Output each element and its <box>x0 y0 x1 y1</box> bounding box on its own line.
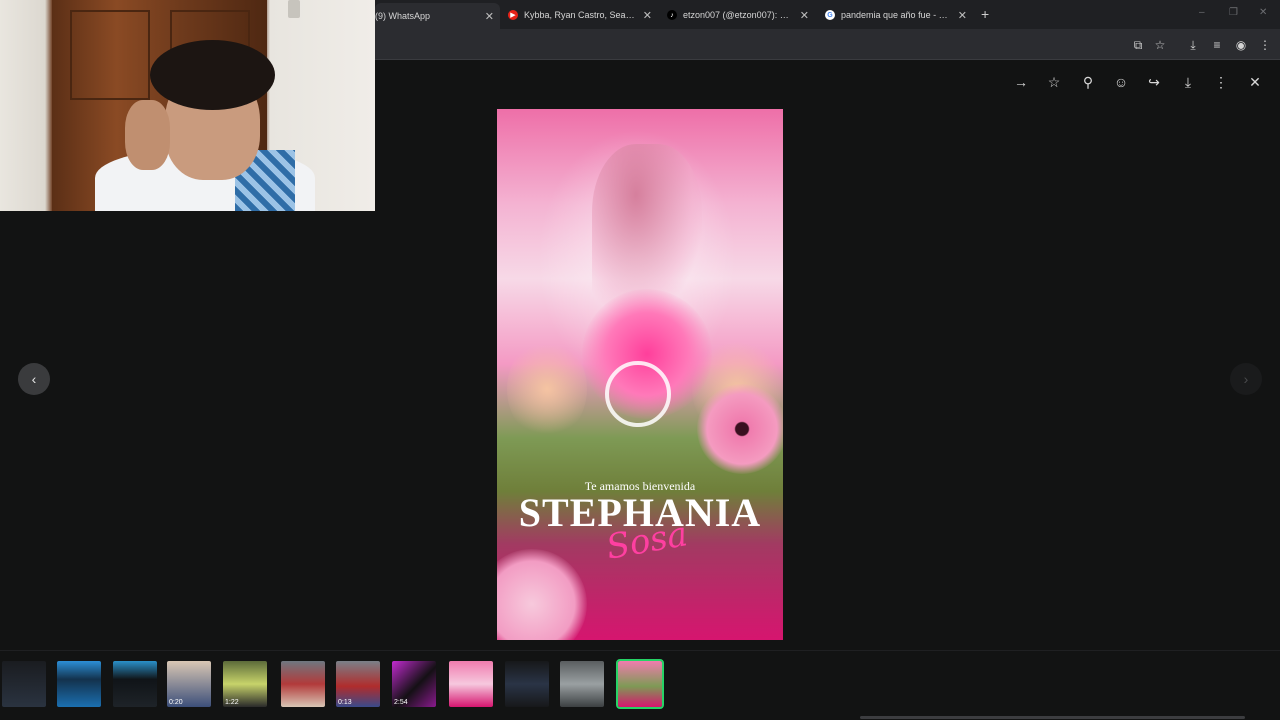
gerbera-flower <box>697 384 783 474</box>
screen: (9) WhatsApp ✕ ▶ Kybba, Ryan Castro, Sea… <box>0 0 1280 720</box>
tab-google[interactable]: G pandemia que año fue - Busca ✕ <box>825 4 973 26</box>
tab-label: etzon007 (@etzon007): mira Ll <box>683 10 795 20</box>
thumbnail-duration: 1:22 <box>225 699 239 706</box>
previous-button[interactable]: ‹ <box>18 363 50 395</box>
door-panel <box>70 10 150 100</box>
tab-label: Kybba, Ryan Castro, Sean Paul <box>524 10 636 20</box>
thumbnail-duration: 2:54 <box>394 699 408 706</box>
light-switch <box>288 0 300 18</box>
thumbnail-selected[interactable] <box>616 659 664 709</box>
tab-close-icon[interactable]: ✕ <box>958 9 967 22</box>
pin-icon[interactable]: ⚲ <box>1078 72 1098 92</box>
thumbnail[interactable]: 1:22 <box>223 661 267 707</box>
minimize-button[interactable]: – <box>1199 7 1205 18</box>
browser-menu-icon[interactable]: ⋮ <box>1257 37 1273 53</box>
chevron-left-icon: ‹ <box>31 371 37 387</box>
google-icon: G <box>825 10 835 20</box>
maximize-button[interactable]: ❐ <box>1229 7 1238 18</box>
window-close-button[interactable]: ✕ <box>1259 7 1267 18</box>
tab-close-icon[interactable]: ✕ <box>643 9 652 22</box>
thumbnail[interactable]: 0:13 <box>336 661 380 707</box>
thumbnail-duration: 0:20 <box>169 699 183 706</box>
thumbnail[interactable] <box>449 661 493 707</box>
thumbnail[interactable] <box>560 661 604 707</box>
media-control-icon[interactable]: ≡ <box>1209 37 1225 53</box>
photo-ring <box>605 361 671 427</box>
thumbnail-scrollbar[interactable] <box>860 716 1245 719</box>
webcam-overlay <box>0 0 375 211</box>
smoke-left <box>507 339 587 439</box>
bookmark-star-icon[interactable]: ☆ <box>1152 37 1168 53</box>
thumbnail[interactable] <box>113 661 157 707</box>
next-button[interactable]: › <box>1230 363 1262 395</box>
thumbnail-duration: 0:13 <box>338 699 352 706</box>
download-icon[interactable]: ⤓ <box>1178 72 1198 92</box>
person-hair <box>150 40 275 110</box>
tab-youtube[interactable]: ▶ Kybba, Ryan Castro, Sean Paul ✕ <box>508 4 658 26</box>
tab-label: pandemia que año fue - Busca <box>841 10 953 20</box>
tab-close-icon[interactable]: ✕ <box>800 9 809 22</box>
more-icon[interactable]: ⋮ <box>1211 72 1231 92</box>
new-tab-button[interactable]: + <box>981 6 989 22</box>
forward-icon[interactable]: → <box>1011 72 1031 92</box>
chevron-right-icon: › <box>1243 371 1249 387</box>
thumbnail[interactable] <box>57 661 101 707</box>
tab-label: (9) WhatsApp <box>375 11 431 21</box>
thumbnail[interactable]: 0:20 <box>167 661 211 707</box>
close-icon[interactable]: ✕ <box>1245 72 1265 92</box>
profile-icon[interactable]: ◉ <box>1233 37 1249 53</box>
tab-tiktok[interactable]: ♪ etzon007 (@etzon007): mira Ll ✕ <box>667 4 815 26</box>
tiktok-icon: ♪ <box>667 10 677 20</box>
person-hand <box>125 100 170 170</box>
install-app-icon[interactable]: ⧉ <box>1130 37 1146 53</box>
invitation-image: Te amamos bienvenida STEPHANIA Sosa <box>497 109 783 640</box>
star-icon[interactable]: ☆ <box>1044 72 1064 92</box>
thumbnail[interactable] <box>505 661 549 707</box>
tab-close-icon[interactable]: ✕ <box>485 10 494 23</box>
tab-whatsapp[interactable]: (9) WhatsApp ✕ <box>375 3 500 29</box>
thumbnail[interactable] <box>2 661 46 707</box>
youtube-icon: ▶ <box>508 10 518 20</box>
downloads-icon[interactable]: ⤓ <box>1185 37 1201 53</box>
share-icon[interactable]: ↪ <box>1144 72 1164 92</box>
thumbnail[interactable] <box>281 661 325 707</box>
thumbnail[interactable]: 2:54 <box>392 661 436 707</box>
emoji-icon[interactable]: ☺ <box>1111 72 1131 92</box>
